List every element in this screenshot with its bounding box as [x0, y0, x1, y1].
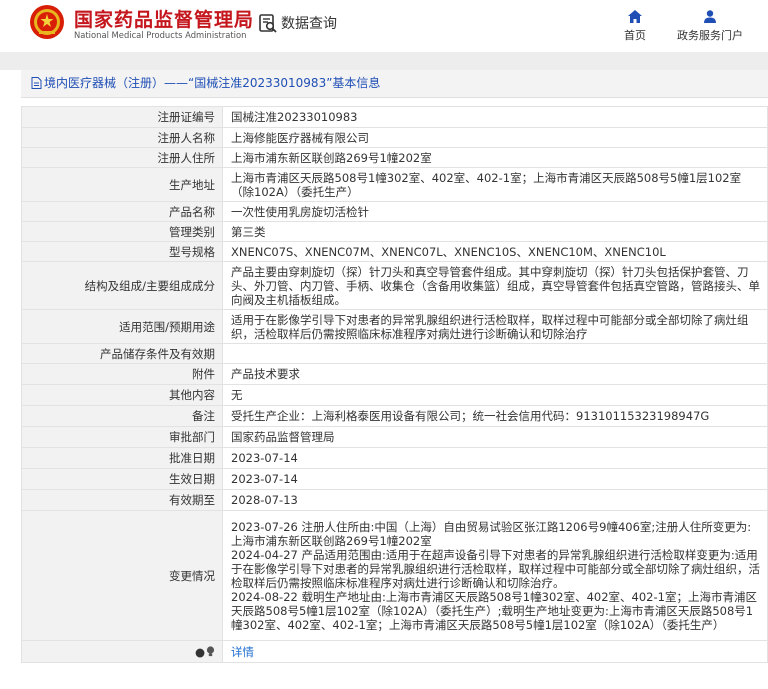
field-value: 产品主要由穿刺旋切（探）针刀头和真空导管套件组成。其中穿刺旋切（探）针刀头包括保… — [222, 261, 768, 310]
field-value: 2028-07-13 — [222, 489, 768, 511]
nav-gov-service[interactable]: 政务服务门户 — [671, 10, 749, 43]
field-label: 批准日期 — [21, 447, 223, 469]
field-value: 无 — [222, 384, 768, 406]
panel-title: 境内医疗器械（注册）——“国械注准20233010983”基本信息 — [21, 70, 768, 98]
field-value: 国械注准20233010983 — [222, 106, 768, 128]
header-divider — [0, 52, 768, 70]
change-entry: 2024-04-27 产品适用范围由:适用于在超声设备引导下对患者的异常乳腺组织… — [231, 547, 760, 590]
field-label: 有效期至 — [21, 489, 223, 511]
detail-panel: 境内医疗器械（注册）——“国械注准20233010983”基本信息 注册证编号 … — [21, 70, 768, 684]
field-value: 2023-07-14 — [222, 447, 768, 469]
bulb-icon — [206, 645, 215, 656]
field-value: 一次性使用乳房旋切活检针 — [222, 201, 768, 222]
field-value: XNENC07S、XNENC07M、XNENC07L、XNENC10S、XNEN… — [222, 241, 768, 262]
detail-cell: 详情 — [222, 640, 768, 663]
field-value: 上海修能医疗器械有限公司 — [222, 127, 768, 148]
table-row: 生效日期 2023-07-14 — [21, 468, 768, 490]
table-row: 产品名称 一次性使用乳房旋切活检针 — [21, 201, 768, 222]
panel-title-text: 境内医疗器械（注册）——“国械注准20233010983”基本信息 — [44, 76, 381, 90]
table-row: ● 详情 — [21, 640, 768, 663]
nav-home-label: 首页 — [624, 29, 646, 42]
table-row: 批准日期 2023-07-14 — [21, 447, 768, 469]
detail-row-label: ● — [21, 640, 223, 663]
field-value: 国家药品监督管理局 — [222, 426, 768, 448]
table-row: 注册人名称 上海修能医疗器械有限公司 — [21, 127, 768, 148]
field-label: 管理类别 — [21, 221, 223, 242]
field-label: 附件 — [21, 363, 223, 385]
change-history: 2023-07-26 注册人住所由:中国（上海）自由贸易试验区张江路1206号9… — [222, 510, 768, 641]
field-value: 第三类 — [222, 221, 768, 242]
field-label: 型号规格 — [21, 241, 223, 262]
table-row: 适用范围/预期用途 适用于在影像学引导下对患者的异常乳腺组织进行活检取样，取样过… — [21, 309, 768, 344]
table-row: 型号规格 XNENC07S、XNENC07M、XNENC07L、XNENC10S… — [21, 241, 768, 262]
emblem-icon — [30, 5, 64, 39]
details-link[interactable]: 详情 — [231, 645, 254, 659]
table-row: 备注 受托生产企业：上海利格泰医用设备有限公司；统一社会信用代码：9131011… — [21, 405, 768, 427]
site-name-en: National Medical Products Administration — [74, 30, 247, 40]
field-value: 2023-07-14 — [222, 468, 768, 490]
table-row: 结构及组成/主要组成成分 产品主要由穿刺旋切（探）针刀头和真空导管套件组成。其中… — [21, 261, 768, 310]
field-label: 备注 — [21, 405, 223, 427]
field-label: 变更情况 — [21, 510, 223, 641]
document-icon — [31, 77, 42, 89]
data-query-link[interactable]: 数据查询 — [258, 11, 337, 35]
field-value: 上海市浦东新区联创路269号1幢202室 — [222, 147, 768, 168]
field-label: 适用范围/预期用途 — [21, 309, 223, 344]
field-value: 上海市青浦区天辰路508号1幢302室、402室、402-1室；上海市青浦区天辰… — [222, 167, 768, 202]
field-value: 产品技术要求 — [222, 363, 768, 385]
nav-gov-service-label: 政务服务门户 — [677, 29, 743, 42]
home-icon — [628, 10, 642, 23]
field-value — [222, 343, 768, 364]
field-label: 结构及组成/主要组成成分 — [21, 261, 223, 310]
field-label: 注册人名称 — [21, 127, 223, 148]
field-label: 其他内容 — [21, 384, 223, 406]
field-label: 生效日期 — [21, 468, 223, 490]
field-label: 审批部门 — [21, 426, 223, 448]
site-header: 国家药品监督管理局 National Medical Products Admi… — [0, 0, 768, 52]
person-icon — [704, 10, 716, 23]
bullet-mark: ● — [194, 644, 205, 659]
data-query-icon — [259, 14, 277, 33]
table-row: 产品储存条件及有效期 — [21, 343, 768, 364]
table-row: 其他内容 无 — [21, 384, 768, 406]
table-row: 变更情况 2023-07-26 注册人住所由:中国（上海）自由贸易试验区张江路1… — [21, 510, 768, 641]
field-label: 产品储存条件及有效期 — [21, 343, 223, 364]
registration-info-table: 注册证编号 国械注准20233010983 注册人名称 上海修能医疗器械有限公司… — [21, 106, 768, 663]
info-table-body: 注册证编号 国械注准20233010983 注册人名称 上海修能医疗器械有限公司… — [21, 106, 768, 663]
field-value: 适用于在影像学引导下对患者的异常乳腺组织进行活检取样，取样过程中可能部分或全部切… — [222, 309, 768, 344]
site-name-cn: 国家药品监督管理局 — [74, 9, 255, 31]
table-row: 生产地址 上海市青浦区天辰路508号1幢302室、402室、402-1室；上海市… — [21, 167, 768, 202]
table-row: 管理类别 第三类 — [21, 221, 768, 242]
change-entry: 2024-08-22 载明生产地址由:上海市青浦区天辰路508号1幢302室、4… — [231, 589, 757, 632]
field-label: 注册证编号 — [21, 106, 223, 128]
table-row: 注册人住所 上海市浦东新区联创路269号1幢202室 — [21, 147, 768, 168]
data-query-label: 数据查询 — [281, 16, 337, 32]
field-label: 注册人住所 — [21, 147, 223, 168]
change-entry: 2023-07-26 注册人住所由:中国（上海）自由贸易试验区张江路1206号9… — [231, 519, 752, 548]
table-row: 注册证编号 国械注准20233010983 — [21, 106, 768, 128]
field-value: 受托生产企业：上海利格泰医用设备有限公司；统一社会信用代码：9131011532… — [222, 405, 768, 427]
field-label: 生产地址 — [21, 167, 223, 202]
table-row: 审批部门 国家药品监督管理局 — [21, 426, 768, 448]
field-label: 产品名称 — [21, 201, 223, 222]
table-row: 附件 产品技术要求 — [21, 363, 768, 385]
table-row: 有效期至 2028-07-13 — [21, 489, 768, 511]
nav-home[interactable]: 首页 — [619, 10, 651, 43]
